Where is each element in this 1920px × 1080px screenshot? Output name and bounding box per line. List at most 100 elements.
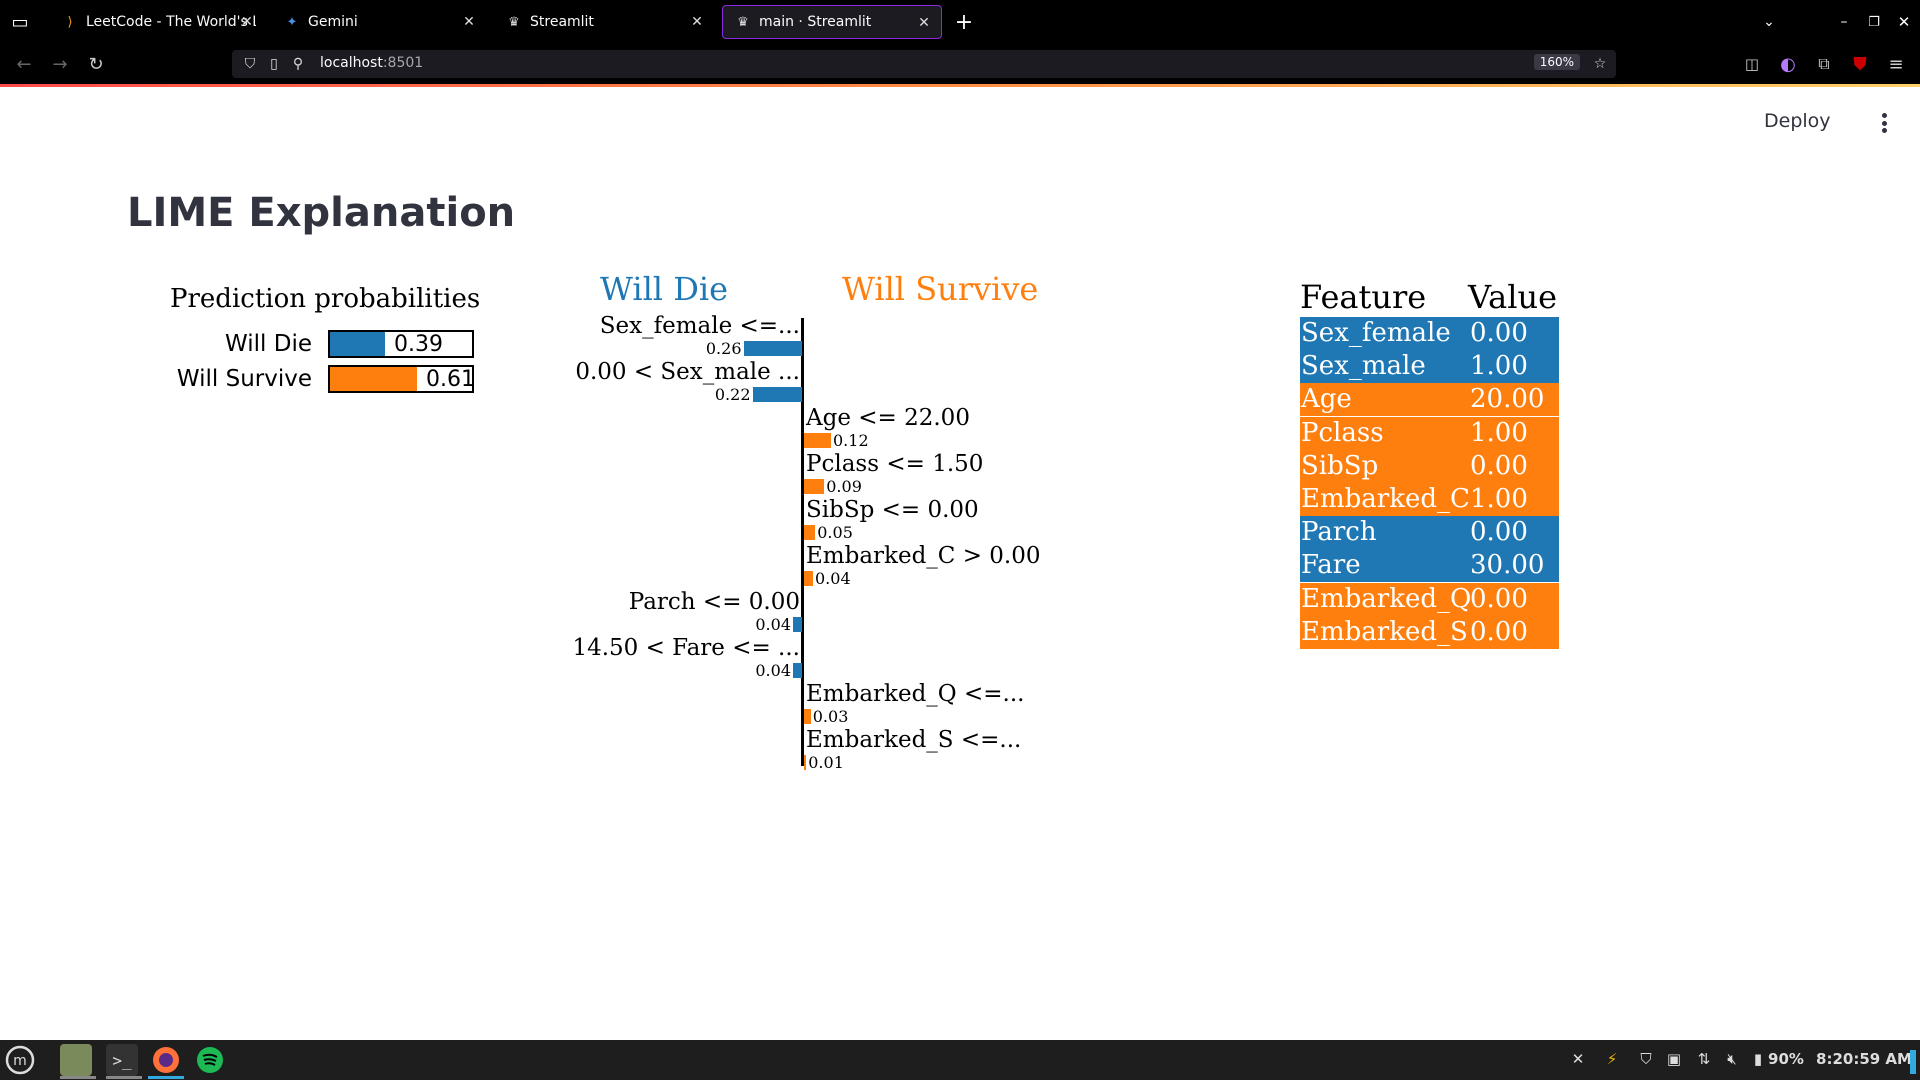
mute-icon[interactable]: 🔇︎ [1720, 1050, 1744, 1068]
table-cell-feature: Embarked_S [1301, 616, 1468, 647]
feature-weight-label: 0.09 [826, 477, 862, 496]
table-row: Sex_male 1.00 [1300, 350, 1559, 384]
svg-text:m: m [13, 1053, 27, 1069]
power-icon[interactable]: ⚡ [1600, 1050, 1624, 1068]
feature-weight-label: 0.03 [812, 707, 849, 726]
ublock-icon[interactable]: ⛊ [1848, 52, 1872, 76]
show-desktop[interactable] [1910, 1050, 1916, 1074]
table-row: Embarked_S 0.00 [1300, 615, 1559, 649]
feature-label: Embarked_S <=... [806, 727, 1022, 753]
deploy-button[interactable]: Deploy [1764, 110, 1831, 132]
back-icon[interactable]: ← [12, 52, 36, 76]
table-row: Embarked_Q 0.00 [1300, 582, 1559, 616]
close-tab-icon[interactable]: ✕ [238, 13, 256, 31]
main-menu-icon[interactable] [1874, 110, 1894, 136]
feature-label: Embarked_Q <=... [806, 681, 1025, 707]
close-tab-icon[interactable]: ✕ [915, 14, 933, 32]
table-cell-feature: Parch [1301, 517, 1377, 548]
tab-gemini[interactable]: ✦ Gemini ✕ [272, 5, 486, 39]
feature-weight-label: 0.04 [755, 661, 791, 680]
chevron-down-icon[interactable]: ⌄ [1757, 10, 1781, 34]
forward-icon[interactable]: → [48, 52, 72, 76]
table-row: Parch 0.00 [1300, 516, 1559, 550]
feature-bar [804, 525, 816, 540]
spotify-icon[interactable] [194, 1044, 226, 1076]
shield-icon[interactable]: ⛉ [1634, 1050, 1658, 1068]
battery-icon[interactable]: ▮ [1750, 1050, 1766, 1068]
url-port: :8501 [382, 55, 424, 71]
tab-main-streamlit[interactable]: ♛ main · Streamlit ✕ [722, 5, 942, 39]
prob-fill-will-die [330, 332, 386, 356]
feature-bar [804, 479, 825, 494]
menu-icon[interactable]: ≡ [1884, 52, 1908, 76]
taskbar [0, 1040, 1920, 1080]
page-title: LIME Explanation [127, 190, 516, 236]
feature-bar [793, 663, 802, 678]
profile-icon[interactable]: ◐ [1776, 52, 1800, 76]
table-cell-value: 1.00 [1470, 351, 1528, 382]
prob-fill-will-survive [330, 367, 417, 391]
restore-icon[interactable]: ❐ [1862, 10, 1886, 34]
feature-weight-label: 0.26 [705, 339, 742, 358]
table-cell-value: 0.00 [1470, 583, 1528, 614]
cpu-icon[interactable]: ▣ [1662, 1050, 1686, 1068]
table-cell-value: 1.00 [1470, 484, 1528, 514]
table-cell-feature: SibSp [1301, 450, 1379, 481]
feature-label: Pclass <= 1.50 [806, 451, 984, 477]
close-icon[interactable]: ✕ [1568, 1050, 1588, 1068]
table-cell-value: 30.00 [1470, 550, 1545, 581]
tab-streamlit[interactable]: ♛ Streamlit ✕ [494, 5, 714, 39]
streamlit-status-bar [0, 84, 1920, 87]
files-icon[interactable] [60, 1044, 92, 1076]
prob-label-will-die: Will Die [225, 331, 312, 357]
feature-bar [804, 709, 811, 724]
menu-icon[interactable]: m [4, 1044, 36, 1076]
tab-list-icon[interactable]: ▭ [8, 10, 32, 34]
feature-weight-label: 0.04 [815, 569, 851, 588]
feature-weight-label: 0.05 [817, 523, 853, 542]
table-cell-feature: Embarked_Q [1301, 583, 1472, 614]
table-row: Fare 30.00 [1300, 549, 1559, 583]
extensions-icon[interactable]: ⧉ [1812, 52, 1836, 76]
shield-icon[interactable]: ⛉ [240, 54, 260, 74]
url-text[interactable]: localhost:8501 [320, 55, 423, 71]
firefox-icon[interactable] [150, 1044, 182, 1076]
tab-title: Streamlit [530, 14, 594, 30]
table-row: Sex_female 0.00 [1300, 317, 1559, 350]
class-header-will-survive: Will Survive [842, 270, 1039, 308]
table-cell-value: 0.00 [1470, 450, 1528, 481]
pocket-icon[interactable]: ◫ [1740, 52, 1764, 76]
minimize-icon[interactable]: – [1832, 10, 1856, 34]
table-row: SibSp 0.00 [1300, 449, 1559, 483]
permissions-icon[interactable]: ⚲ [288, 54, 308, 74]
tab-leetcode[interactable]: ⟩ LeetCode - The World's L ✕ [50, 5, 264, 39]
url-bar[interactable]: ⛉ ▯ ⚲ localhost:8501 160% ☆ [232, 50, 1616, 78]
reload-icon[interactable]: ↻ [84, 52, 108, 76]
table-cell-feature: Fare [1301, 550, 1361, 581]
close-window-icon[interactable]: ✕ [1892, 10, 1916, 34]
files-underline [60, 1076, 96, 1079]
table-cell-value: 0.00 [1470, 616, 1528, 647]
terminal-icon[interactable]: >_ [106, 1044, 138, 1076]
page-icon[interactable]: ▯ [264, 54, 284, 74]
class-header-will-die: Will Die [600, 270, 729, 308]
prob-value-will-die: 0.39 [394, 332, 443, 357]
feature-label: 14.50 < Fare <= ... [572, 635, 800, 661]
new-tab-icon[interactable]: + [952, 10, 976, 35]
terminal-underline [106, 1076, 142, 1079]
feature-bar [793, 617, 802, 632]
clock[interactable]: 8:20:59 AM [1812, 1050, 1916, 1068]
table-row: Embarked_C 1.00 [1300, 483, 1559, 516]
close-tab-icon[interactable]: ✕ [460, 13, 478, 31]
table-header-value: Value [1468, 278, 1558, 316]
network-icon[interactable]: ⇅ [1692, 1050, 1716, 1068]
table-cell-feature: Age [1301, 384, 1352, 415]
zoom-level[interactable]: 160% [1533, 54, 1580, 70]
table-cell-value: 20.00 [1470, 384, 1545, 415]
bookmark-star-icon[interactable]: ☆ [1590, 54, 1610, 74]
table-cell-value: 0.00 [1470, 318, 1528, 348]
close-tab-icon[interactable]: ✕ [688, 13, 706, 31]
streamlit-icon: ♛ [508, 14, 520, 30]
tab-title: main · Streamlit [759, 14, 872, 30]
table-row: Age 20.00 [1300, 383, 1559, 417]
